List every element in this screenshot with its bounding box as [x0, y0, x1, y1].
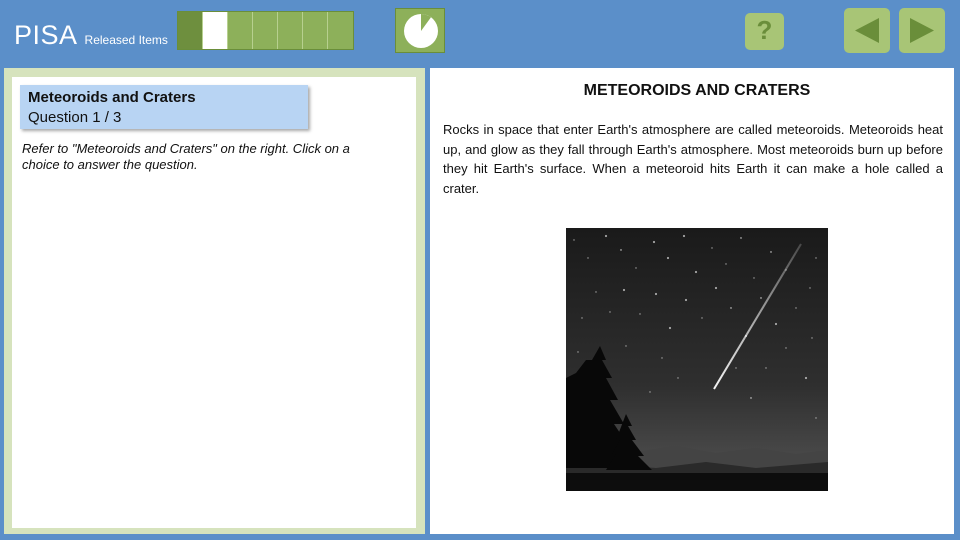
star	[639, 313, 641, 315]
star	[785, 347, 787, 349]
star	[750, 397, 752, 399]
star	[609, 311, 611, 313]
stimulus-title: METEOROIDS AND CRATERS	[583, 82, 811, 99]
brand-subtitle: Released Items	[84, 33, 168, 47]
star	[620, 249, 622, 251]
help-button[interactable]: ?	[745, 13, 784, 50]
meteor-night-sky-image	[566, 228, 828, 491]
star	[730, 307, 732, 309]
star	[725, 263, 727, 265]
star	[625, 345, 627, 347]
star	[573, 239, 575, 241]
star	[774, 322, 778, 326]
star	[694, 270, 698, 274]
help-icon: ?	[756, 15, 773, 45]
progress-segment	[278, 12, 303, 49]
question-number: Question 1 / 3	[28, 109, 122, 126]
star	[595, 291, 597, 293]
star	[711, 247, 713, 249]
star	[666, 256, 670, 260]
star	[811, 337, 813, 339]
star	[753, 277, 755, 279]
star	[701, 317, 703, 319]
progress-segment	[228, 12, 253, 49]
question-instruction: Refer to "Meteoroids and Craters" on the…	[22, 141, 350, 172]
star	[649, 391, 651, 393]
star	[668, 326, 672, 330]
star	[795, 307, 797, 309]
star	[577, 351, 579, 353]
star	[765, 367, 767, 369]
brand-title: PISA	[14, 20, 78, 50]
progress-segment	[203, 12, 228, 49]
star	[815, 417, 817, 419]
question-header: Meteoroids and Craters Question 1 / 3	[20, 85, 308, 129]
star	[815, 257, 817, 259]
arrow-right-icon	[910, 18, 934, 43]
question-panel: Meteoroids and Craters Question 1 / 3 Re…	[4, 68, 425, 534]
star	[760, 297, 762, 299]
timer	[395, 8, 445, 53]
star	[809, 287, 811, 289]
star	[770, 251, 772, 253]
question-title: Meteoroids and Craters	[28, 89, 196, 106]
timer-clock-icon	[404, 14, 438, 48]
stimulus-panel: METEOROIDS AND CRATERS Rocks in space th…	[430, 68, 954, 534]
star	[604, 234, 608, 238]
star	[654, 292, 658, 296]
progress-segment	[303, 12, 328, 49]
star	[714, 286, 718, 290]
top-bar: PISA Released Items ?	[0, 0, 960, 62]
star	[652, 240, 656, 244]
progress-bar	[177, 11, 354, 50]
star	[622, 288, 626, 292]
arrow-left-icon	[855, 18, 879, 43]
star	[677, 377, 679, 379]
back-button[interactable]	[844, 8, 890, 53]
star	[735, 367, 737, 369]
star	[684, 298, 688, 302]
star	[581, 317, 583, 319]
star	[661, 357, 663, 359]
question-panel-content: Meteoroids and Craters Question 1 / 3 Re…	[12, 77, 416, 528]
star	[740, 237, 742, 239]
progress-segment	[328, 12, 353, 49]
brand: PISA Released Items	[14, 20, 168, 51]
star	[804, 376, 808, 380]
next-button[interactable]	[899, 8, 945, 53]
progress-segment	[253, 12, 278, 49]
star	[682, 234, 686, 238]
star	[587, 257, 589, 259]
star	[635, 267, 637, 269]
progress-segment	[178, 12, 203, 49]
stimulus-text: Rocks in space that enter Earth's atmosp…	[443, 122, 943, 196]
